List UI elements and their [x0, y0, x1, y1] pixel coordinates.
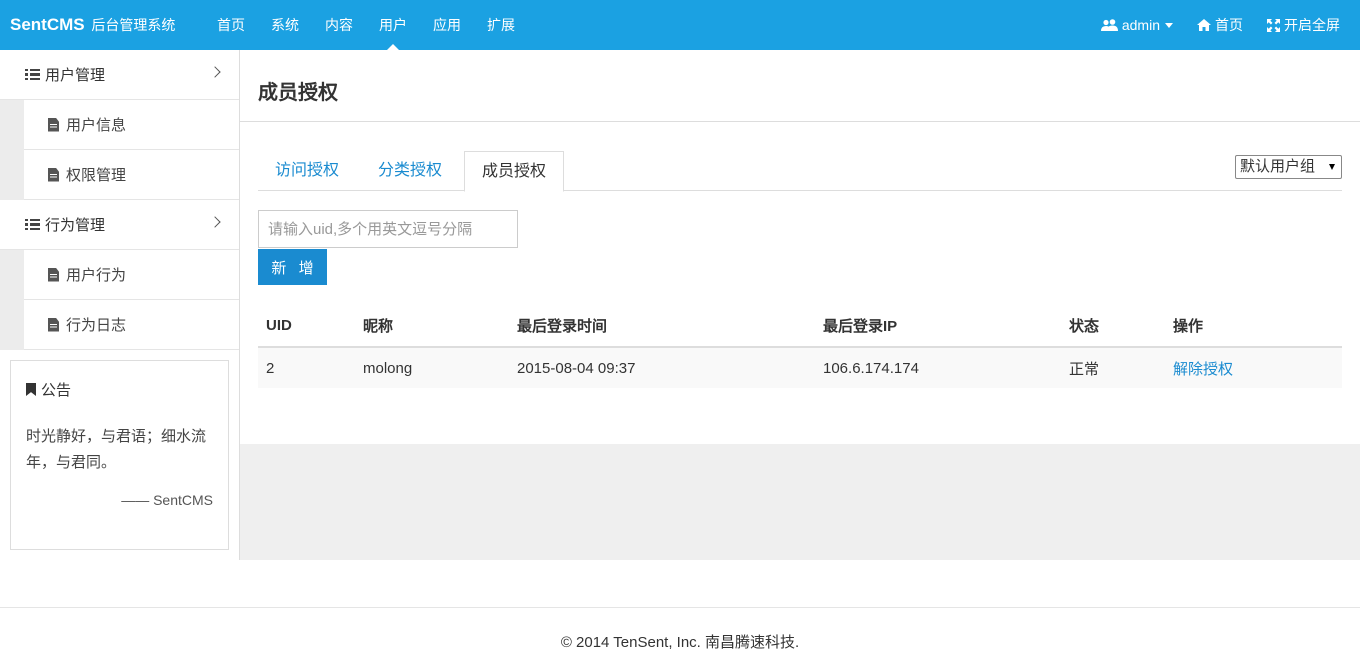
tab-category-auth[interactable]: 分类授权 — [361, 151, 459, 191]
top-right-actions: admin 首页 开启全屏 — [1100, 0, 1340, 50]
main-content: 成员授权 访问授权 分类授权 成员授权 默认用户组 新 增 UID 昵称 最后登… — [240, 50, 1360, 560]
brand-logo[interactable]: SentCMS 后台管理系统 — [10, 15, 175, 35]
sidebar-item-label: 行为日志 — [66, 317, 127, 334]
sidebar-item-label: 用户信息 — [66, 117, 127, 134]
content-panel: 成员授权 访问授权 分类授权 成员授权 默认用户组 新 增 UID 昵称 最后登… — [240, 50, 1360, 444]
brand-name: SentCMS — [10, 15, 85, 34]
sidebar: 用户管理 用户信息 权限管理 行为管理 用户行为 行为日志 公告 时光静好，与君… — [0, 50, 240, 560]
table-row: 2 molong 2015-08-04 09:37 106.6.174.174 … — [258, 347, 1342, 388]
sidebar-submenu: 用户信息 权限管理 — [0, 100, 239, 200]
sidebar-item-user-behavior[interactable]: 用户行为 — [24, 250, 239, 300]
add-button[interactable]: 新 增 — [258, 249, 327, 285]
file-text-icon — [48, 167, 59, 182]
sidebar-item-label: 用户行为 — [66, 267, 127, 284]
list-icon — [25, 68, 40, 81]
column-header-status: 状态 — [1061, 304, 1165, 348]
fullscreen-button[interactable]: 开启全屏 — [1267, 15, 1340, 35]
cell-status: 正常 — [1061, 347, 1165, 388]
column-header-last-login-time: 最后登录时间 — [509, 304, 815, 348]
nav-item-app[interactable]: 应用 — [420, 0, 474, 50]
dropdown-arrow-icon — [1329, 164, 1335, 170]
brand-subtitle: 后台管理系统 — [91, 17, 176, 33]
cell-last-login-ip: 106.6.174.174 — [815, 347, 1061, 388]
column-header-nickname: 昵称 — [355, 304, 509, 348]
chevron-right-icon — [209, 66, 221, 78]
notice-title-text: 公告 — [41, 382, 72, 399]
sidebar-item-behavior-log[interactable]: 行为日志 — [24, 300, 239, 350]
nav-item-extend[interactable]: 扩展 — [474, 0, 528, 50]
footer: © 2014 TenSent, Inc. 南昌腾速科技. — [0, 607, 1360, 671]
top-navbar: SentCMS 后台管理系统 首页 系统 内容 用户 应用 扩展 admin 首… — [0, 0, 1360, 50]
notice-signature: —— SentCMS — [121, 492, 213, 508]
file-text-icon — [48, 317, 59, 332]
cell-action: 解除授权 — [1165, 347, 1342, 388]
bookmark-icon — [26, 383, 36, 396]
notice-panel: 公告 时光静好，与君语；细水流年，与君同。 —— SentCMS — [10, 360, 229, 550]
tab-member-auth[interactable]: 成员授权 — [464, 151, 565, 192]
nav-item-system[interactable]: 系统 — [258, 0, 312, 50]
revoke-auth-link[interactable]: 解除授权 — [1173, 361, 1233, 378]
page-title: 成员授权 — [258, 82, 338, 104]
nav-item-content[interactable]: 内容 — [312, 0, 366, 50]
divider — [240, 121, 1360, 122]
cell-nickname: molong — [355, 347, 509, 388]
nav-item-user[interactable]: 用户 — [366, 0, 420, 50]
chevron-right-icon — [209, 216, 221, 228]
user-menu-label: admin — [1121, 17, 1160, 33]
cell-uid: 2 — [258, 347, 355, 388]
member-table: UID 昵称 最后登录时间 最后登录IP 状态 操作 2 molong 2015… — [258, 304, 1342, 388]
sidebar-group-label: 行为管理 — [45, 217, 106, 234]
file-text-icon — [48, 267, 59, 282]
fullscreen-label: 开启全屏 — [1284, 17, 1340, 33]
file-text-icon — [48, 117, 59, 132]
home-link[interactable]: 首页 — [1197, 15, 1243, 35]
sidebar-item-user-info[interactable]: 用户信息 — [24, 100, 239, 150]
user-group-select-value: 默认用户组 — [1240, 158, 1316, 175]
chevron-down-icon — [1165, 22, 1173, 28]
users-icon — [1100, 18, 1118, 31]
user-group-select[interactable]: 默认用户组 — [1235, 155, 1342, 179]
notice-title: 公告 — [26, 379, 213, 400]
sidebar-item-label: 权限管理 — [66, 167, 127, 184]
sidebar-submenu: 用户行为 行为日志 — [0, 250, 239, 350]
sidebar-group-user-management[interactable]: 用户管理 — [0, 50, 239, 100]
notice-body: 时光静好，与君语；细水流年，与君同。 — [26, 428, 207, 471]
nav-item-home[interactable]: 首页 — [204, 0, 258, 50]
tab-access-auth[interactable]: 访问授权 — [258, 151, 356, 191]
table-header-row: UID 昵称 最后登录时间 最后登录IP 状态 操作 — [258, 304, 1342, 348]
expand-icon — [1267, 18, 1280, 32]
column-header-uid: UID — [258, 304, 355, 348]
user-menu[interactable]: admin — [1100, 17, 1173, 33]
list-icon — [25, 218, 40, 231]
sidebar-item-permissions[interactable]: 权限管理 — [24, 150, 239, 200]
column-header-action: 操作 — [1165, 304, 1342, 348]
uid-input[interactable] — [258, 210, 518, 248]
home-icon — [1197, 19, 1211, 31]
auth-tabs: 访问授权 分类授权 成员授权 — [258, 151, 1342, 192]
cell-last-login-time: 2015-08-04 09:37 — [509, 347, 815, 388]
sidebar-group-label: 用户管理 — [45, 67, 106, 84]
column-header-last-login-ip: 最后登录IP — [815, 304, 1061, 348]
sidebar-group-behavior-management[interactable]: 行为管理 — [0, 200, 239, 250]
home-link-label: 首页 — [1215, 17, 1243, 33]
main-nav: 首页 系统 内容 用户 应用 扩展 — [204, 0, 528, 50]
